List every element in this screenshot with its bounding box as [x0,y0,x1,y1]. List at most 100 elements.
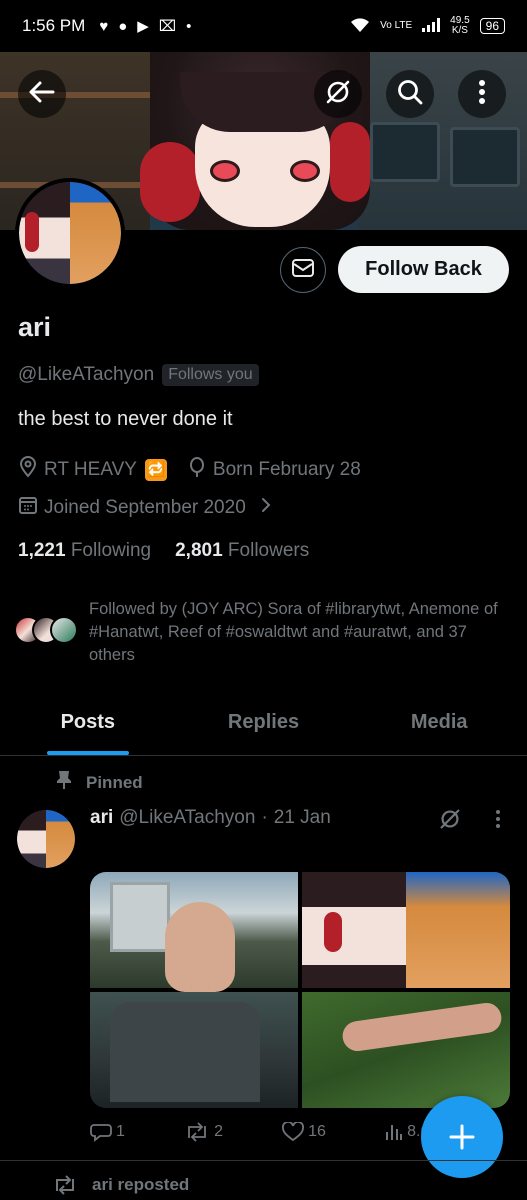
pinned-indicator: Pinned [56,770,143,795]
reply-count: 1 [116,1123,125,1140]
location-icon [18,456,38,484]
chevron-right-icon [260,496,272,520]
reply-icon [90,1124,112,1142]
like-icon [282,1122,305,1142]
following-stat[interactable]: 1,221 Following [18,540,151,562]
image-girl-half [302,872,406,988]
avatar-cat-half [70,182,121,284]
reposted-label: ari reposted [92,1175,190,1194]
image-face [165,902,235,992]
status-bar: 1:56 PM ♥ ● ▶ ⌧ • Vo LTE 49.5 K/S 96 [0,0,527,52]
avatar-image [19,182,121,284]
image-building-window [110,882,170,952]
status-time: 1:56 PM [22,16,86,35]
image-cat-half [406,872,510,988]
heart-notification-icon: ♥ [99,17,109,35]
profile-location: RT HEAVY [44,459,137,480]
tweet-image[interactable] [302,992,510,1108]
pin-icon [56,770,72,795]
youtube-notification-icon: ▶ [137,18,149,35]
following-label: Following [70,540,152,561]
follow-back-button[interactable]: Follow Back [338,246,509,293]
joined-row[interactable]: Joined September 2020 [18,495,272,521]
grok-icon [440,809,460,829]
back-button[interactable] [18,70,66,118]
wifi-icon [350,17,370,36]
reddit-notification-icon: ● [118,17,128,35]
following-count: 1,221 [18,540,66,561]
timeline-divider [0,1160,527,1161]
tab-media[interactable]: Media [351,700,527,755]
follows-you-badge: Follows you [162,364,259,386]
like-button[interactable]: 16 [282,1122,326,1142]
grok-explain-button[interactable] [437,806,463,837]
tweet-date[interactable]: 21 Jan [274,807,331,829]
retweet-button[interactable]: 2 [184,1122,223,1142]
tweet-image[interactable] [302,872,510,988]
avatar-red-hair [25,212,39,252]
tab-label: Replies [227,711,300,733]
net-speed-unit: K/S [451,25,468,36]
mail-icon [291,258,315,283]
banner-eye [210,160,240,182]
capcut-notification-icon: ⌧ [158,18,177,35]
tweet-more-button[interactable] [488,806,508,837]
active-tab-indicator [46,751,129,755]
more-vertical-icon [478,79,486,110]
tab-label: Posts [60,711,116,733]
followed-by-section[interactable]: Followed by (JOY ARC) Sora of #librarytw… [14,598,514,667]
net-speed: 49.5 K/S [450,16,469,36]
follow-stats: 1,221 Following 2,801 Followers [18,540,309,562]
tweet-header: ari @LikeATachyon · 21 Jan [90,807,331,829]
retweet-count: 2 [214,1123,223,1140]
avatar-cat-half [46,810,75,868]
banner-red-hair [330,122,370,202]
banner-red-hair [140,142,200,222]
compose-post-button[interactable] [421,1096,503,1178]
tweet-author-handle[interactable]: @LikeATachyon [119,807,255,829]
followed-by-text: Followed by (JOY ARC) Sora of #librarytw… [89,600,498,664]
reply-button[interactable]: 1 [90,1122,125,1142]
tweet-author-avatar[interactable] [17,810,75,868]
mutual-avatars [14,616,84,656]
profile-avatar[interactable] [15,178,125,288]
search-icon [396,78,424,111]
tab-replies[interactable]: Replies [176,700,352,755]
like-count: 16 [308,1123,326,1140]
avatar-girl-half [17,810,46,868]
message-button[interactable] [280,247,326,293]
tweet-author-name[interactable]: ari [90,807,113,829]
battery-indicator: 96 [479,18,505,34]
notification-icons: ♥ ● ▶ ⌧ • [99,17,192,36]
tweet-separator: · [261,807,268,828]
back-arrow-icon [29,81,55,108]
more-options-button[interactable] [458,70,506,118]
pinned-label: Pinned [86,772,143,792]
tab-posts[interactable]: Posts [0,700,176,755]
tab-label: Media [410,711,468,733]
profile-birthday: Born February 28 [212,459,361,480]
birthday-icon [187,456,207,484]
plus-icon [449,1124,475,1150]
search-button[interactable] [386,70,434,118]
grok-button[interactable] [314,70,362,118]
profile-joined: Joined September 2020 [44,497,246,518]
calendar-icon [18,495,38,521]
handle-row: @LikeATachyon Follows you [18,364,259,386]
more-notifications-dot-icon: • [186,17,192,35]
image-hand [340,1001,504,1053]
followers-count: 2,801 [175,540,223,561]
banner-eye [290,160,320,182]
mutual-avatar [50,616,78,644]
tweet-image[interactable] [90,992,298,1108]
followers-stat[interactable]: 2,801 Followers [175,540,309,562]
repeat-emoji-icon: 🔁 [144,459,167,481]
banner-monitor [450,127,520,187]
retweet-icon [56,1175,74,1195]
status-right: Vo LTE 49.5 K/S 96 [350,16,505,36]
tweet-image[interactable] [90,872,298,992]
image-red-hair [324,912,342,952]
grok-icon [324,78,352,111]
network-type: Vo LTE [380,20,413,31]
tweet-media-grid [90,872,510,1108]
